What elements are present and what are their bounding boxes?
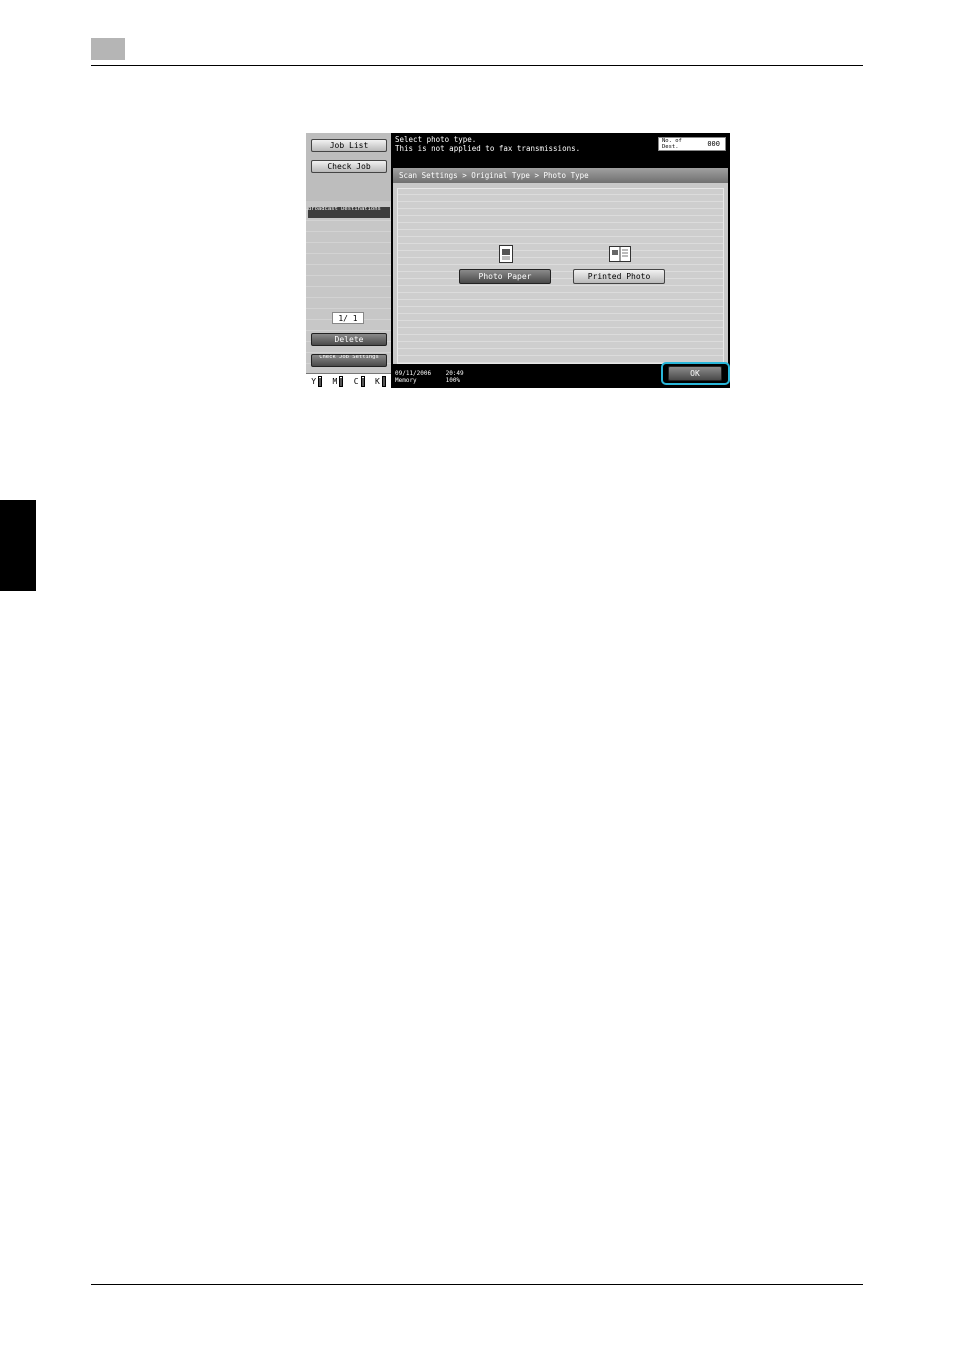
toner-c: C	[353, 375, 365, 387]
status-time: 20:49	[445, 370, 464, 377]
instruction-message: Select photo type. This is not applied t…	[395, 135, 655, 153]
ok-button[interactable]: OK	[668, 366, 722, 381]
printed-photo-icon	[609, 246, 631, 262]
status-line-2: Memory 100%	[395, 377, 464, 384]
toner-m-bar	[339, 375, 344, 387]
printed-photo-button[interactable]: Printed Photo	[573, 269, 665, 284]
photo-paper-button[interactable]: Photo Paper	[459, 269, 551, 284]
chapter-marker	[91, 38, 125, 60]
delete-button[interactable]: Delete	[311, 333, 387, 346]
memory-value: 100%	[445, 377, 461, 384]
status-date: 09/11/2006	[395, 370, 432, 377]
chapter-side-tab	[0, 500, 36, 591]
sidebar: Job List Check Job Broadcast Destination…	[306, 133, 391, 388]
options-area	[397, 188, 724, 364]
instruction-line-2: This is not applied to fax transmissions…	[395, 143, 581, 153]
toner-k-fill	[382, 377, 385, 386]
broadcast-destinations-header: Broadcast Destinations	[308, 207, 390, 218]
toner-k-bar	[381, 375, 386, 387]
main-area: Scan Settings > Original Type > Photo Ty…	[393, 168, 728, 364]
toner-m-fill	[340, 378, 343, 386]
status-bar: 09/11/2006 20:49 Memory 100%	[395, 370, 464, 384]
toner-c-fill	[361, 378, 364, 386]
toner-c-label: C	[353, 376, 359, 386]
page-indicator: 1/ 1	[332, 312, 364, 324]
toner-m-label: M	[332, 376, 338, 386]
control-panel-screen: Job List Check Job Broadcast Destination…	[306, 133, 730, 388]
toner-k-label: K	[374, 376, 380, 386]
toner-y-bar	[318, 375, 323, 387]
check-job-button[interactable]: Check Job	[311, 160, 387, 173]
memory-label: Memory	[395, 377, 417, 384]
toner-levels: Y M C K	[306, 373, 391, 388]
toner-k: K	[374, 375, 386, 387]
header-rule	[91, 65, 863, 66]
status-line-1: 09/11/2006 20:49	[395, 370, 464, 377]
breadcrumb: Scan Settings > Original Type > Photo Ty…	[393, 168, 728, 183]
toner-m: M	[332, 375, 344, 387]
check-job-settings-button[interactable]: Check Job Settings	[311, 354, 387, 367]
destination-count-label: No. of Dest.	[662, 138, 682, 150]
destination-count: No. of Dest. 000	[658, 137, 726, 151]
footer-rule	[91, 1284, 863, 1285]
destination-count-value: 000	[707, 140, 720, 148]
photo-paper-icon	[499, 245, 513, 263]
job-list-button[interactable]: Job List	[311, 139, 387, 152]
toner-c-bar	[360, 375, 365, 387]
toner-y-fill	[319, 378, 322, 386]
toner-y: Y	[311, 375, 323, 387]
toner-y-label: Y	[311, 376, 317, 386]
